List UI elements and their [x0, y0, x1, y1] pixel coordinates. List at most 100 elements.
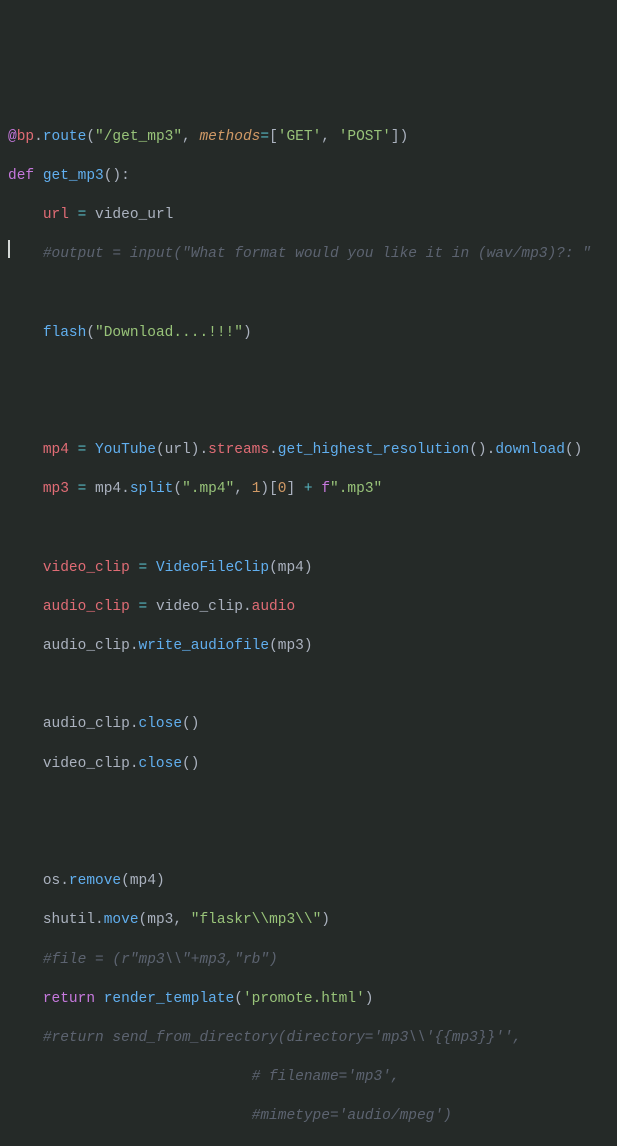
code-line[interactable]: return render_template('promote.html') — [8, 990, 617, 1010]
blank-line[interactable] — [8, 833, 617, 853]
code-line[interactable]: mp4 = YouTube(url).streams.get_highest_r… — [8, 441, 617, 461]
code-editor[interactable]: @bp.route("/get_mp3", methods=['GET', 'P… — [0, 0, 617, 1146]
code-line[interactable]: #return send_from_directory(directory='m… — [8, 1029, 617, 1049]
var-url: url — [43, 207, 69, 223]
paren-close: ) — [304, 638, 313, 654]
paren-close: ) — [400, 129, 409, 145]
bracket-open: [ — [269, 129, 278, 145]
code-line[interactable]: audio_clip.write_audiofile(mp3) — [8, 637, 617, 657]
code-line[interactable]: url = video_url — [8, 206, 617, 226]
indent — [8, 560, 43, 576]
string-msg: "Download....!!!" — [95, 325, 243, 341]
equals: = — [139, 560, 148, 576]
paren-open: ( — [173, 481, 182, 497]
paren-close: ) — [243, 325, 252, 341]
var-videoclip: video_clip — [156, 599, 243, 615]
bracket-close: ] — [287, 481, 296, 497]
code-line[interactable]: @bp.route("/get_mp3", methods=['GET', 'P… — [8, 128, 617, 148]
parens: () — [469, 442, 486, 458]
dot: . — [130, 756, 139, 772]
code-line[interactable]: def get_mp3(): — [8, 167, 617, 187]
bracket-close: ] — [391, 129, 400, 145]
space — [69, 442, 78, 458]
indent — [8, 442, 43, 458]
arg-mp3: mp3 — [147, 912, 173, 928]
method-remove: remove — [69, 873, 121, 889]
paren-open: ( — [86, 129, 95, 145]
indent — [8, 599, 43, 615]
blank-line[interactable] — [8, 676, 617, 696]
space — [69, 207, 78, 223]
space — [130, 560, 139, 576]
space — [147, 560, 156, 576]
indent — [8, 246, 43, 262]
method-download: download — [495, 442, 565, 458]
paren-close: ) — [365, 991, 374, 1007]
method-writeaudio: write_audiofile — [139, 638, 270, 654]
var-mp3: mp3 — [43, 481, 69, 497]
paren-close: ) — [156, 873, 165, 889]
dot: . — [95, 912, 104, 928]
call-rendertemplate: render_template — [104, 991, 235, 1007]
paren-open: ( — [269, 560, 278, 576]
kwarg-methods: methods — [199, 129, 260, 145]
space — [86, 442, 95, 458]
fstring-prefix: f — [321, 481, 330, 497]
code-line[interactable]: mp3 = mp4.split(".mp4", 1)[0] + f".mp3" — [8, 480, 617, 500]
method-split: split — [130, 481, 174, 497]
paren-open: ( — [121, 873, 130, 889]
paren-open: ( — [156, 442, 165, 458]
class-youtube: YouTube — [95, 442, 156, 458]
dot: . — [34, 129, 43, 145]
indent — [8, 325, 43, 341]
space — [69, 481, 78, 497]
code-line[interactable]: audio_clip.close() — [8, 715, 617, 735]
indent — [8, 1069, 252, 1085]
plus: + — [304, 481, 313, 497]
space — [130, 599, 139, 615]
var-videoclip: video_clip — [43, 560, 130, 576]
code-line[interactable]: os.remove(mp4) — [8, 872, 617, 892]
comment: # filename='mp3', — [252, 1069, 400, 1085]
arg-mp4: mp4 — [278, 560, 304, 576]
blank-line[interactable] — [8, 794, 617, 814]
space — [86, 207, 95, 223]
paren-open: ( — [139, 912, 148, 928]
indent — [8, 912, 43, 928]
method-close: close — [139, 756, 183, 772]
code-line[interactable]: video_clip.close() — [8, 755, 617, 775]
method-ghr: get_highest_resolution — [278, 442, 469, 458]
comment: #mimetype='audio/mpeg') — [252, 1108, 452, 1124]
dot: . — [130, 638, 139, 654]
blank-line[interactable] — [8, 519, 617, 539]
paren-open: ( — [234, 991, 243, 1007]
code-line[interactable]: #output = input("What format would you l… — [8, 245, 617, 265]
paren-close: ) — [321, 912, 330, 928]
number-zero: 0 — [278, 481, 287, 497]
code-line[interactable]: # filename='mp3', — [8, 1068, 617, 1088]
keyword-return: return — [43, 991, 95, 1007]
code-line[interactable]: shutil.move(mp3, "flaskr\\mp3\\") — [8, 911, 617, 931]
attr-streams: streams — [208, 442, 269, 458]
var-mp4: mp4 — [95, 481, 121, 497]
code-line[interactable]: flash("Download....!!!") — [8, 324, 617, 344]
code-line[interactable]: #mimetype='audio/mpeg') — [8, 1107, 617, 1127]
code-line[interactable]: audio_clip = video_clip.audio — [8, 598, 617, 618]
comma: , — [234, 481, 251, 497]
string-template: 'promote.html' — [243, 991, 365, 1007]
string-path: "flaskr\\mp3\\" — [191, 912, 322, 928]
comma: , — [173, 912, 190, 928]
comment: #return send_from_directory(directory='m… — [43, 1030, 522, 1046]
code-line[interactable]: video_clip = VideoFileClip(mp4) — [8, 559, 617, 579]
blank-line[interactable] — [8, 363, 617, 383]
blank-line[interactable] — [8, 284, 617, 304]
paren-close: ) — [304, 560, 313, 576]
arg-url: url — [165, 442, 191, 458]
blank-line[interactable] — [8, 402, 617, 422]
module-shutil: shutil — [43, 912, 95, 928]
code-line[interactable]: #file = (r"mp3\\"+mp3,"rb") — [8, 951, 617, 971]
space — [313, 481, 322, 497]
comment: #file = (r"mp3\\"+mp3,"rb") — [43, 952, 278, 968]
indent — [8, 481, 43, 497]
class-videofile: VideoFileClip — [156, 560, 269, 576]
